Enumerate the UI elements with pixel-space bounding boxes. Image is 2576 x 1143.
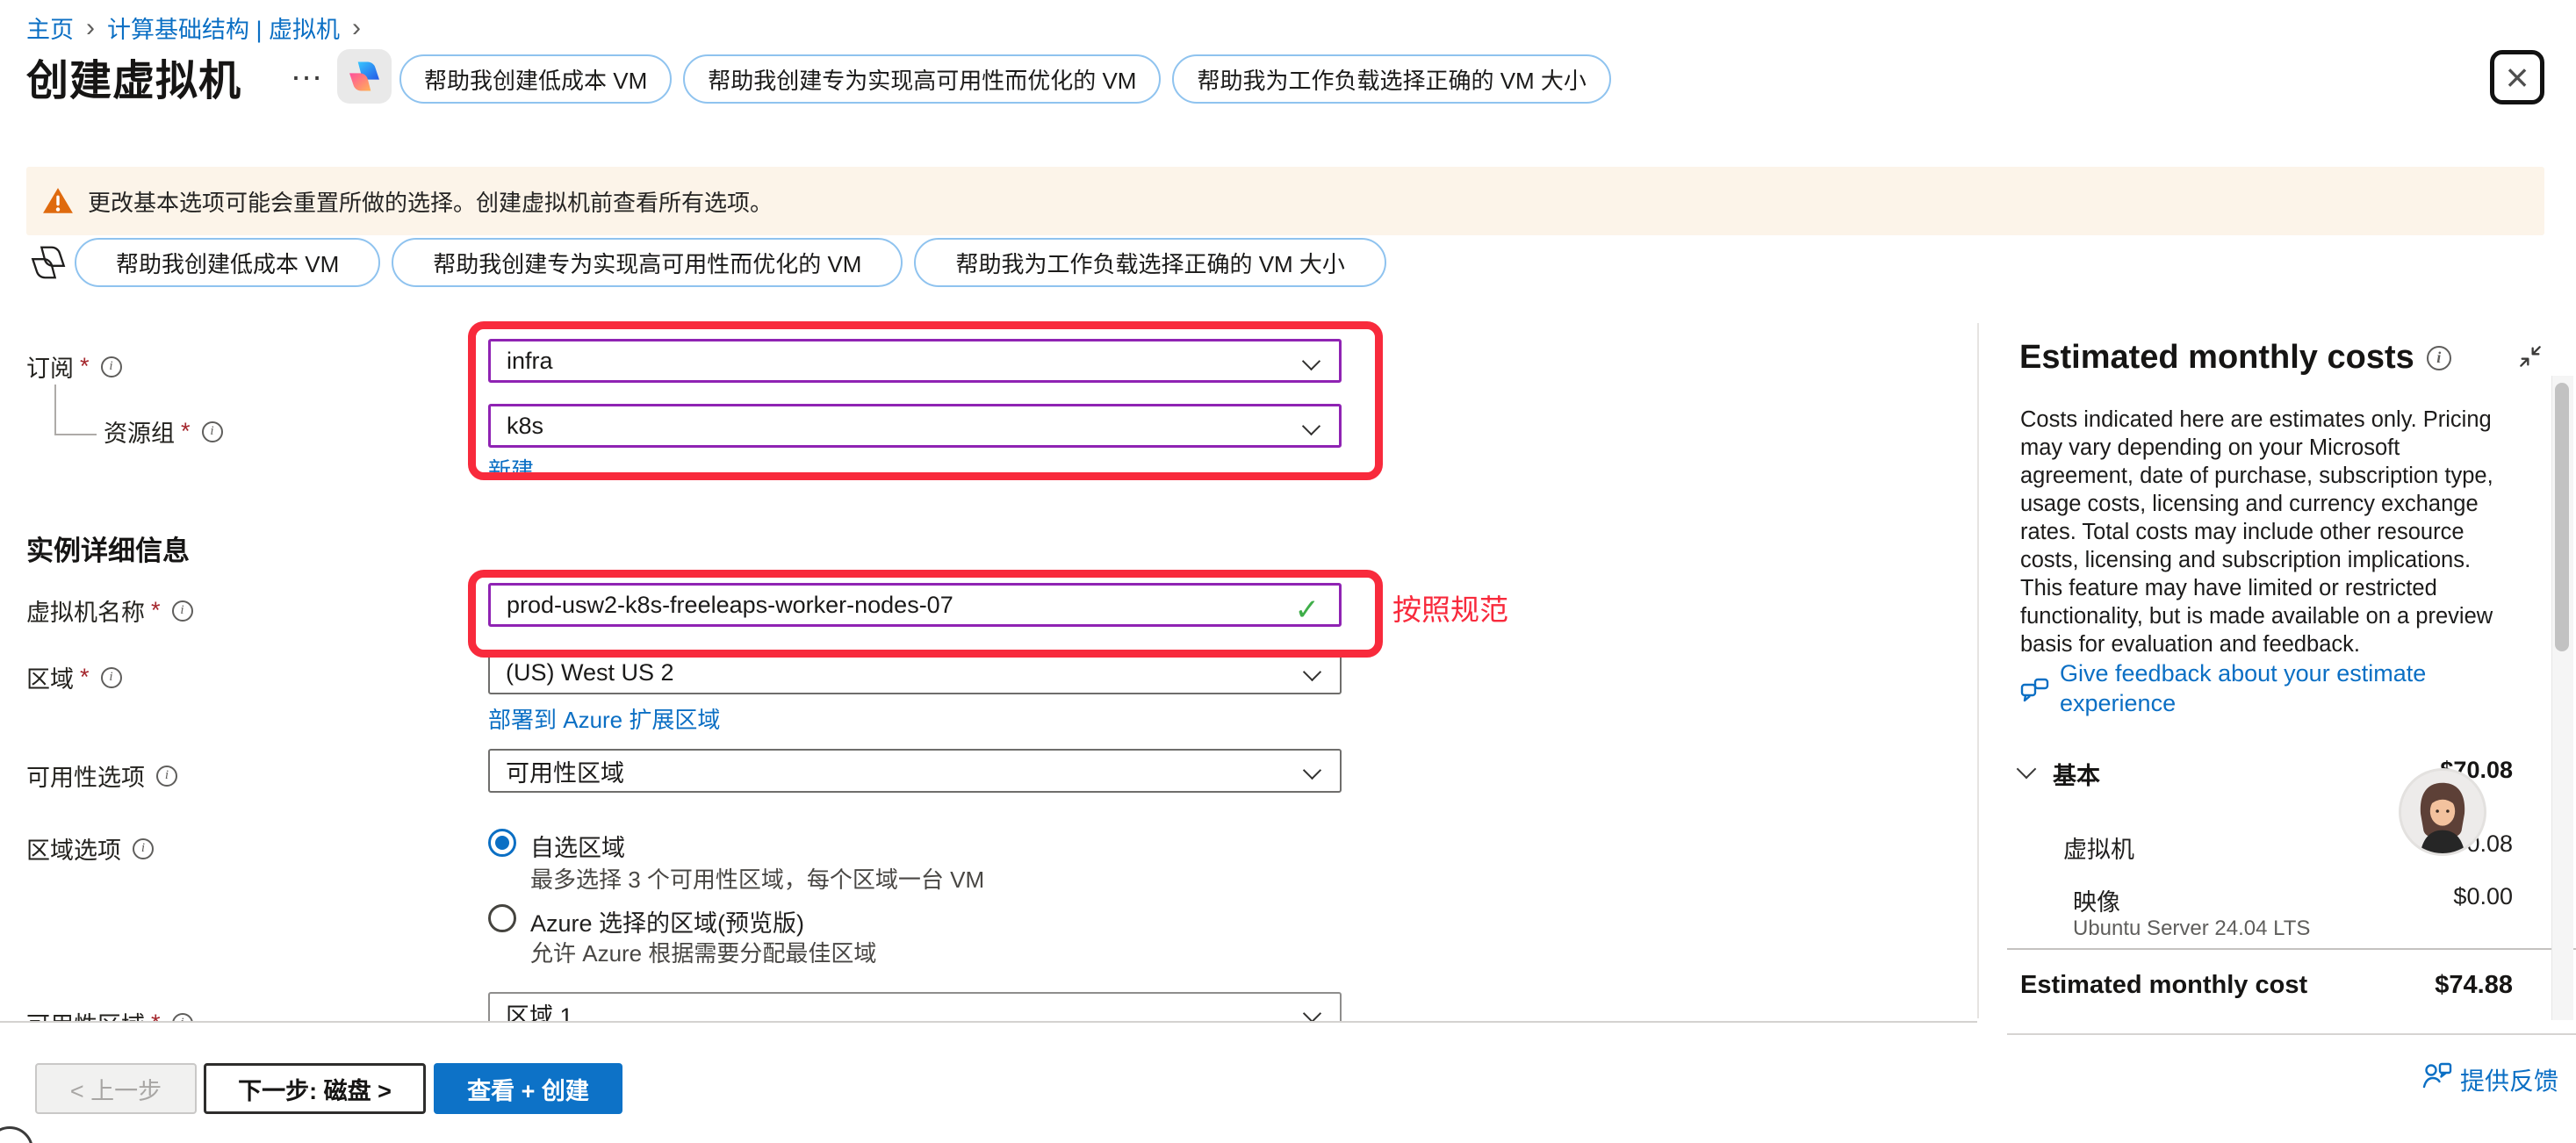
info-icon[interactable]: i — [133, 838, 154, 859]
copilot-icon — [345, 57, 384, 96]
availability-options-dropdown[interactable]: 可用性区域 — [488, 749, 1342, 793]
suggestion-right-vm-size[interactable]: 帮助我为工作负载选择正确的 VM 大小 — [1172, 54, 1610, 104]
region-label: 区域* i — [26, 660, 122, 694]
wizard-footer: < 上一步 下一步: 磁盘 > 查看 + 创建 — [0, 1021, 1977, 1143]
create-new-resource-group-link[interactable]: 新建 — [488, 453, 534, 485]
chevron-down-icon — [1302, 352, 1320, 370]
radio-azure-selected-zone-description: 允许 Azure 根据需要分配最佳区域 — [530, 936, 876, 968]
radio-self-selected-zone-description: 最多选择 3 个可用性区域，每个区域一台 VM — [530, 862, 984, 895]
chevron-down-icon — [1302, 417, 1320, 435]
vm-name-label: 虚拟机名称* i — [26, 593, 193, 628]
chevron-down-icon — [1303, 663, 1321, 681]
info-icon[interactable]: i — [202, 421, 223, 442]
page-title: 创建虚拟机 — [26, 46, 241, 107]
avatar-image — [2401, 771, 2484, 853]
info-icon[interactable]: i — [101, 356, 122, 377]
close-icon: × — [2506, 54, 2529, 101]
cost-item-row: 映像 $0.00 — [2073, 883, 2513, 917]
annotation-text: 按照规范 — [1392, 586, 1508, 629]
field-connector-line — [54, 434, 97, 435]
subscription-dropdown[interactable]: infra — [488, 339, 1342, 383]
more-options-button[interactable]: … — [290, 51, 326, 89]
radio-self-selected-zone[interactable] — [488, 829, 516, 857]
availability-options-label: 可用性选项 i — [26, 758, 177, 793]
cost-total-value: $74.88 — [2435, 971, 2513, 1000]
radio-azure-selected-zone-label: Azure 选择的区域(预览版) — [530, 904, 804, 938]
warning-text: 更改基本选项可能会重置所做的选择。创建虚拟机前查看所有选项。 — [88, 185, 773, 218]
radio-azure-selected-zone[interactable] — [488, 904, 516, 932]
suggestion-low-cost-vm[interactable]: 帮助我创建低成本 VM — [75, 238, 380, 287]
feedback-bubbles-icon — [2019, 676, 2051, 708]
assistant-avatar[interactable] — [2401, 771, 2484, 853]
breadcrumb-section[interactable]: 计算基础结构 | 虚拟机 — [107, 11, 340, 45]
estimate-feedback-link[interactable]: Give feedback about your estimate experi… — [2060, 658, 2525, 718]
chevron-right-icon: › — [86, 15, 95, 41]
chevron-down-icon — [1303, 761, 1321, 780]
bottom-feedback-link[interactable]: 提供反馈 — [2460, 1062, 2558, 1097]
review-create-button[interactable]: 查看 + 创建 — [434, 1063, 622, 1114]
breadcrumb: 主页 › 计算基础结构 | 虚拟机 › — [26, 11, 361, 45]
copilot-suggestions-inline: 帮助我创建低成本 VM 帮助我创建专为实现高可用性而优化的 VM 帮助我为工作负… — [75, 238, 1386, 287]
suggestion-high-availability-vm[interactable]: 帮助我创建专为实现高可用性而优化的 VM — [683, 54, 1161, 104]
cost-panel-title: Estimated monthly costs i — [2019, 339, 2451, 377]
copilot-outline-icon — [28, 241, 68, 284]
warning-icon — [42, 187, 74, 215]
collapse-panel-icon[interactable] — [2516, 342, 2544, 370]
cost-panel-description: Costs indicated here are estimates only.… — [2020, 406, 2512, 658]
info-icon[interactable]: i — [2427, 346, 2451, 370]
zone-options-label: 区域选项 i — [26, 831, 154, 866]
cost-item-value: $0.00 — [2453, 883, 2513, 910]
cost-item-subtext: Ubuntu Server 24.04 LTS — [2073, 917, 2310, 941]
info-icon[interactable]: i — [156, 766, 177, 787]
resource-group-label: 资源组* i — [104, 414, 223, 449]
person-feedback-icon — [2421, 1060, 2453, 1090]
suggestion-right-vm-size[interactable]: 帮助我为工作负载选择正确的 VM 大小 — [914, 238, 1385, 287]
cost-total-row: Estimated monthly cost $74.88 — [2020, 971, 2513, 1000]
info-icon[interactable]: i — [101, 667, 122, 688]
copilot-button[interactable] — [337, 49, 392, 104]
instance-details-heading: 实例详细信息 — [26, 528, 190, 568]
divider — [2007, 1033, 2576, 1035]
suggestion-high-availability-vm[interactable]: 帮助我创建专为实现高可用性而优化的 VM — [392, 238, 903, 287]
panel-divider — [1977, 323, 1979, 1018]
previous-button[interactable]: < 上一步 — [35, 1063, 197, 1114]
breadcrumb-home[interactable]: 主页 — [26, 11, 74, 45]
chevron-down-icon — [1303, 1004, 1321, 1023]
warning-banner: 更改基本选项可能会重置所做的选择。创建虚拟机前查看所有选项。 — [26, 167, 2544, 235]
copilot-suggestions-top: 帮助我创建低成本 VM 帮助我创建专为实现高可用性而优化的 VM 帮助我为工作负… — [399, 54, 1611, 104]
close-button[interactable]: × — [2490, 50, 2544, 104]
subscription-label: 订阅* i — [26, 349, 122, 384]
deploy-extended-zone-link[interactable]: 部署到 Azure 扩展区域 — [488, 702, 720, 735]
create-vm-page: 主页 › 计算基础结构 | 虚拟机 › 创建虚拟机 … 帮助我创建低成本 VM … — [0, 0, 2576, 1143]
chevron-down-icon — [2017, 759, 2037, 780]
region-dropdown[interactable]: (US) West US 2 — [488, 651, 1342, 694]
divider — [2007, 948, 2576, 950]
radio-self-selected-zone-label: 自选区域 — [530, 829, 625, 863]
resource-group-dropdown[interactable]: k8s — [488, 404, 1342, 448]
vm-name-input[interactable]: prod-usw2-k8s-freeleaps-worker-nodes-07 … — [488, 583, 1342, 627]
chevron-right-icon: › — [352, 15, 361, 41]
suggestion-low-cost-vm[interactable]: 帮助我创建低成本 VM — [399, 54, 672, 104]
field-connector-line — [54, 385, 56, 435]
scrollbar-thumb[interactable] — [2555, 383, 2569, 651]
valid-check-icon: ✓ — [1295, 593, 1320, 628]
info-icon[interactable]: i — [172, 600, 193, 622]
next-disks-button[interactable]: 下一步: 磁盘 > — [204, 1063, 426, 1114]
